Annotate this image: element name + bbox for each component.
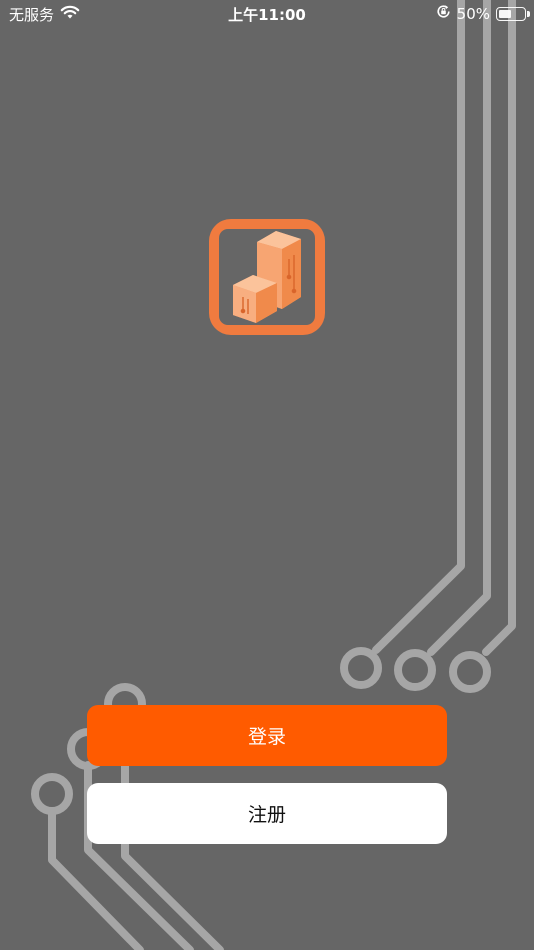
orientation-lock-icon [436,4,451,23]
login-screen: 无服务 上午11:00 50% 登录 注册 [0,0,534,950]
boxes-logo-icon [219,229,315,325]
app-logo [209,219,325,335]
battery-cap [527,10,530,17]
register-button[interactable]: 注册 [87,783,447,844]
login-button[interactable]: 登录 [87,705,447,766]
status-bar: 无服务 上午11:00 50% [0,0,534,28]
status-right: 50% [436,4,530,23]
battery-percent: 50% [456,4,490,23]
battery-icon [496,6,530,21]
battery-fill [499,9,511,18]
